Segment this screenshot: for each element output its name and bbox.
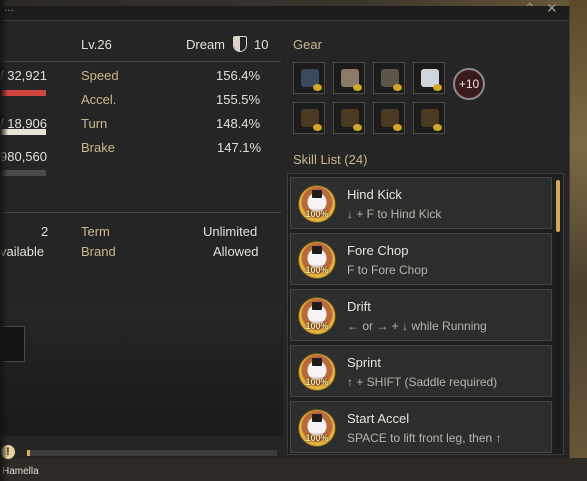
- empty-horseshoe-slot-icon[interactable]: [413, 102, 445, 134]
- dream-value: 10: [254, 37, 269, 52]
- skill-item-hind-kick[interactable]: 100% Hind Kick ↓ + F to Hind Kick: [290, 177, 552, 229]
- accel-value: 155.5%: [216, 92, 261, 107]
- horse-armor-icon[interactable]: [293, 62, 325, 94]
- horse-helm-icon[interactable]: [413, 62, 445, 94]
- term-label: Term: [81, 224, 110, 239]
- close-icon[interactable]: ✕: [546, 0, 558, 17]
- left-edge-shade: [0, 0, 8, 481]
- skill-name: Fore Chop: [347, 243, 409, 258]
- turn-label: Turn: [81, 116, 108, 131]
- brand-value: Allowed: [213, 244, 259, 259]
- minimize-icon[interactable]: ⌃: [524, 0, 536, 17]
- skill-desc: F to Fore Chop: [347, 263, 428, 277]
- saddle-icon[interactable]: [333, 62, 365, 94]
- skill-item-start-accel[interactable]: 100% Start Accel SPACE to lift front leg…: [290, 401, 552, 453]
- skill-icon: 100%: [299, 242, 335, 278]
- skill-desc: ← or → + ↓ while Running: [347, 319, 487, 333]
- divider: [0, 212, 281, 213]
- left-lower-area: [0, 306, 283, 436]
- speed-label: Speed: [81, 68, 119, 83]
- skill-desc: ↑ + SHIFT (Saddle required): [347, 375, 498, 389]
- accel-label: Accel.: [81, 92, 117, 107]
- skill-scroll-thumb[interactable]: [556, 180, 560, 232]
- skill-icon: 100%: [299, 298, 335, 334]
- skill-item-fore-chop[interactable]: 100% Fore Chop F to Fore Chop: [290, 233, 552, 285]
- brake-label: Brake: [81, 140, 115, 155]
- turn-value: 148.4%: [216, 116, 261, 131]
- gear-heading: Gear: [293, 37, 322, 52]
- horse-info-window: ... ⌃ ✕ Lv.26 Dream 10 / 32,921 / 18,906…: [0, 0, 570, 458]
- brand-label: Brand: [81, 244, 116, 259]
- skill-name: Hind Kick: [347, 187, 402, 202]
- speed-value: 156.4%: [216, 68, 261, 83]
- skill-icon: 100%: [299, 354, 335, 390]
- progress-fill: [27, 450, 30, 456]
- skill-name: Sprint: [347, 355, 381, 370]
- skill-list-heading: Skill List (24): [293, 152, 368, 167]
- skill-icon: 100%: [299, 410, 335, 446]
- horse-level: Lv.26: [81, 37, 112, 52]
- skill-name: Start Accel: [347, 411, 410, 426]
- count-value: 2: [41, 224, 49, 239]
- window-titlebar[interactable]: ... ⌃ ✕: [0, 0, 569, 21]
- skill-item-sprint[interactable]: 100% Sprint ↑ + SHIFT (Saddle required): [290, 345, 552, 397]
- enhancement-badge[interactable]: +10: [453, 68, 485, 100]
- skill-name: Drift: [347, 299, 371, 314]
- empty-stirrups-slot-icon[interactable]: [373, 102, 405, 134]
- skill-desc: SPACE to lift front leg, then ↑: [347, 431, 502, 445]
- empty-saddle-slot-icon[interactable]: [333, 102, 365, 134]
- background-scene: [569, 0, 587, 481]
- bottom-hud: [0, 458, 587, 481]
- term-value: Unlimited: [203, 224, 258, 239]
- stirrups-icon[interactable]: [373, 62, 405, 94]
- shield-icon: [233, 36, 247, 52]
- skill-icon: 100%: [299, 186, 335, 222]
- dream-label: Dream: [186, 37, 226, 52]
- skill-desc: ↓ + F to Hind Kick: [347, 207, 442, 221]
- skill-item-drift[interactable]: 100% Drift ← or → + ↓ while Running: [290, 289, 552, 341]
- empty-armor-slot-icon[interactable]: [293, 102, 325, 134]
- brake-value: 147.1%: [217, 140, 262, 155]
- divider: [0, 61, 281, 62]
- progress-track: [27, 450, 277, 456]
- skill-list: 100% Hind Kick ↓ + F to Hind Kick 100% F…: [287, 173, 564, 455]
